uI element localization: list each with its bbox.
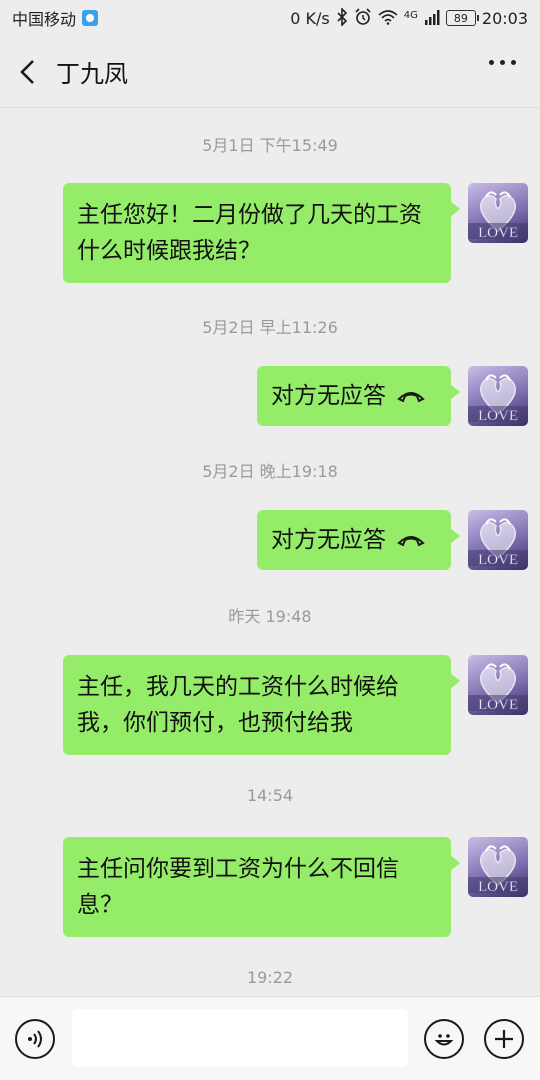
timestamp: 19:22: [246, 968, 294, 987]
back-button[interactable]: [0, 36, 56, 108]
message-list[interactable]: 5月1日 下午15:49 主任您好！二月份做了几天的工资什么时候跟我结？ LOV…: [0, 108, 540, 996]
battery-level: 89: [453, 11, 468, 25]
avatar[interactable]: LOVE: [468, 366, 528, 426]
voice-icon: [28, 1030, 42, 1048]
call-status-text: 对方无应答: [271, 383, 386, 409]
message-input[interactable]: [72, 1009, 408, 1067]
timestamp: 昨天 19:48: [228, 607, 312, 626]
input-bar: [0, 996, 540, 1080]
network-type: 4G: [403, 9, 418, 21]
svg-text:LOVE: LOVE: [478, 225, 518, 241]
timestamp: 5月2日 晚上19:18: [202, 462, 338, 481]
chevron-left-icon: [20, 59, 34, 84]
plus-icon: [495, 1030, 513, 1048]
emoji-button[interactable]: [424, 1019, 464, 1059]
timestamp: 5月1日 下午15:49: [202, 136, 338, 155]
alarm-icon: [354, 7, 372, 29]
svg-text:LOVE: LOVE: [478, 408, 518, 424]
battery-icon: 89: [445, 10, 479, 26]
clock: 20:03: [481, 8, 528, 28]
more-dots-icon: [489, 60, 494, 65]
call-bubble[interactable]: 对方无应答: [257, 366, 460, 426]
wifi-icon: [378, 9, 398, 28]
avatar[interactable]: LOVE: [468, 510, 528, 570]
bluetooth-icon: [336, 6, 348, 29]
svg-text:LOVE: LOVE: [478, 697, 518, 713]
message-bubble[interactable]: 主任问你要到工资为什么不回信息？: [63, 837, 460, 937]
call-bubble[interactable]: 对方无应答: [257, 510, 460, 570]
carrier-label: 中国移动: [12, 10, 77, 29]
call-status-text: 对方无应答: [271, 527, 386, 553]
hangup-icon: [397, 536, 425, 547]
chat-header: 丁九凤: [0, 36, 540, 108]
svg-text:LOVE: LOVE: [478, 552, 518, 568]
emoji-icon: [434, 1034, 454, 1046]
plus-button[interactable]: [484, 1019, 524, 1059]
net-speed: 0 K/s: [290, 8, 330, 28]
hangup-icon: [397, 392, 425, 403]
message-bubble[interactable]: 主任，我几天的工资什么时候给我，你们预付，也预付给我: [63, 655, 460, 755]
voice-button[interactable]: [15, 1019, 55, 1059]
avatar[interactable]: LOVE: [468, 655, 528, 715]
avatar[interactable]: LOVE: [468, 183, 528, 243]
signal-icon: [424, 9, 440, 28]
avatar[interactable]: LOVE: [468, 837, 528, 897]
carrier-app-icon: [82, 10, 99, 26]
page-title: 丁九凤: [56, 60, 128, 88]
svg-text:LOVE: LOVE: [478, 879, 518, 895]
timestamp: 14:54: [246, 786, 294, 805]
status-bar: 中国移动 0 K/s 4G 89 20:03: [0, 0, 540, 36]
more-button[interactable]: [489, 60, 516, 65]
message-bubble[interactable]: 主任您好！二月份做了几天的工资什么时候跟我结？: [63, 183, 460, 283]
timestamp: 5月2日 早上11:26: [202, 318, 338, 337]
